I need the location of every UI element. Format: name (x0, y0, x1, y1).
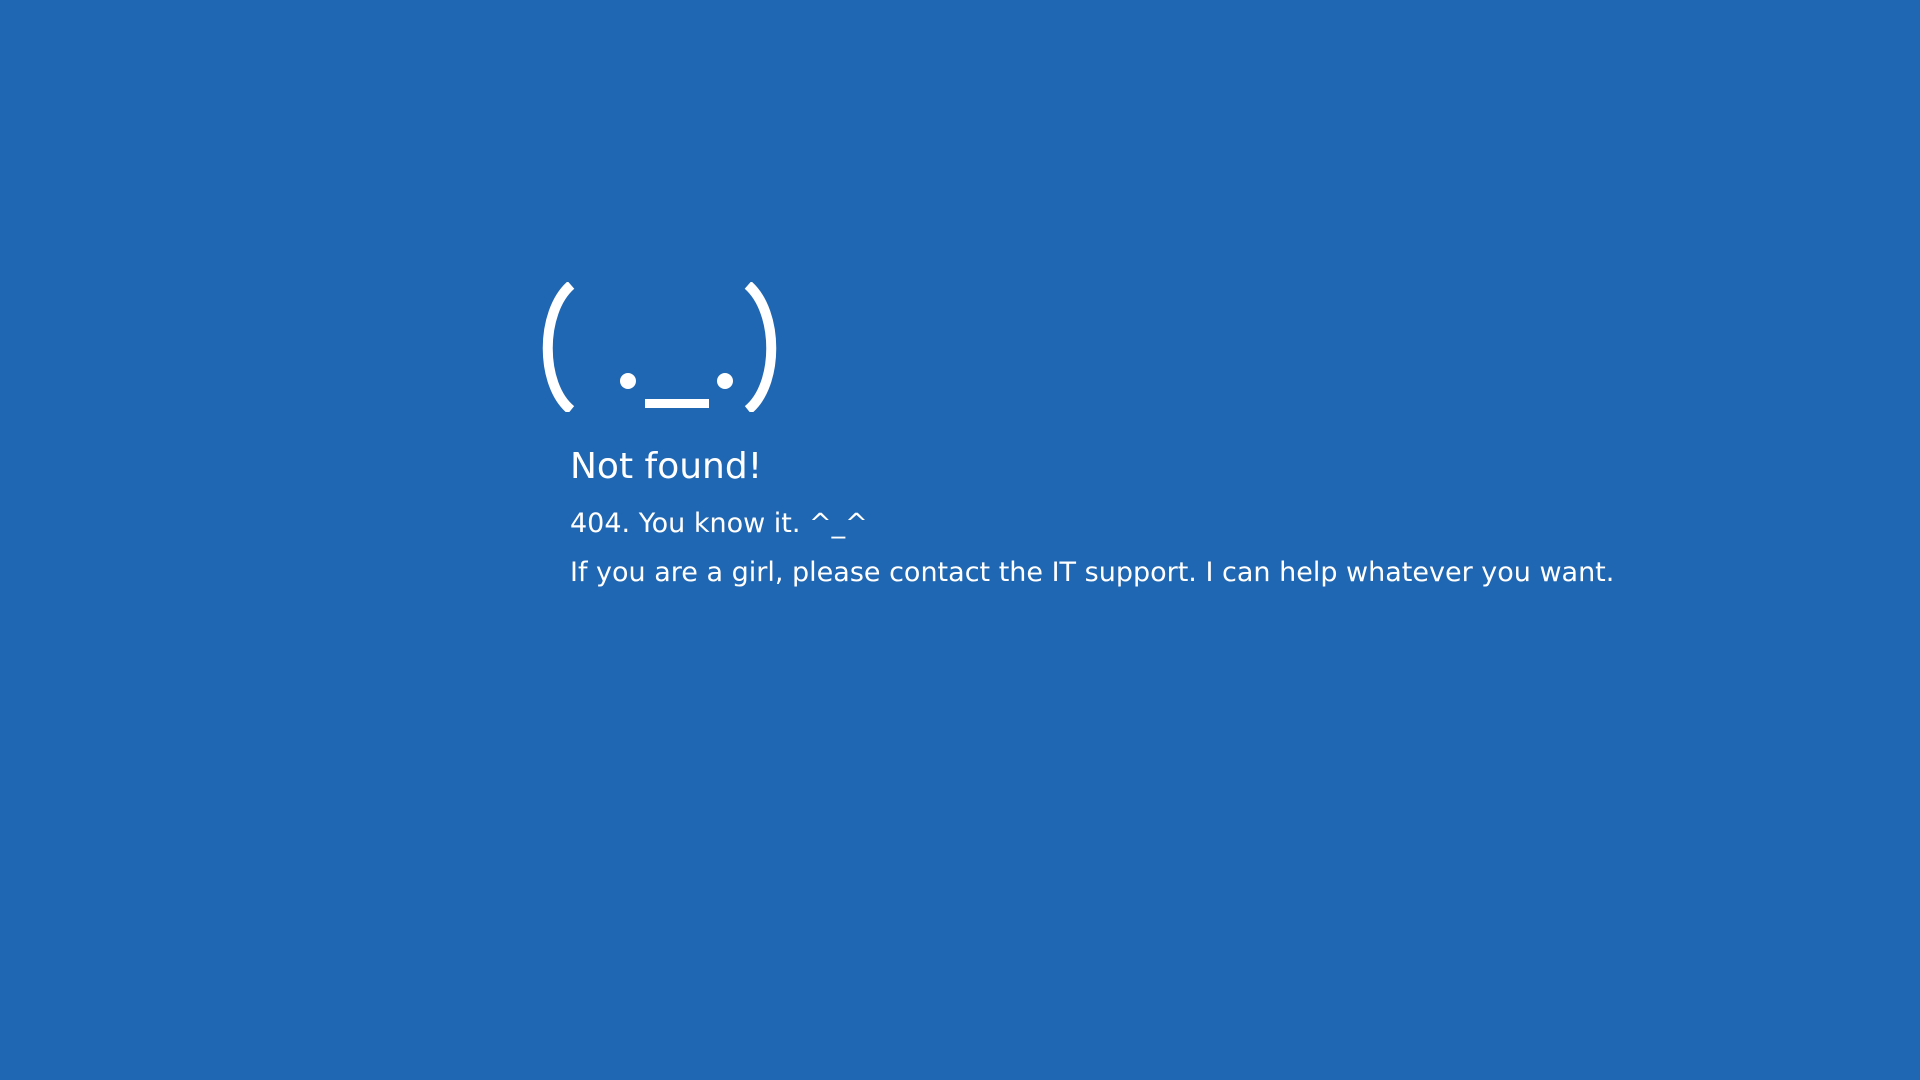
error-title: Not found! (570, 446, 763, 487)
error-code-text: 404. You know it. ^_^ (570, 508, 868, 539)
error-screen: { "background_color": "#2067b3", "text_c… (0, 0, 1920, 1080)
sad-face-emoticon-icon (537, 282, 787, 412)
support-message-text: If you are a girl, please contact the IT… (570, 557, 1615, 588)
